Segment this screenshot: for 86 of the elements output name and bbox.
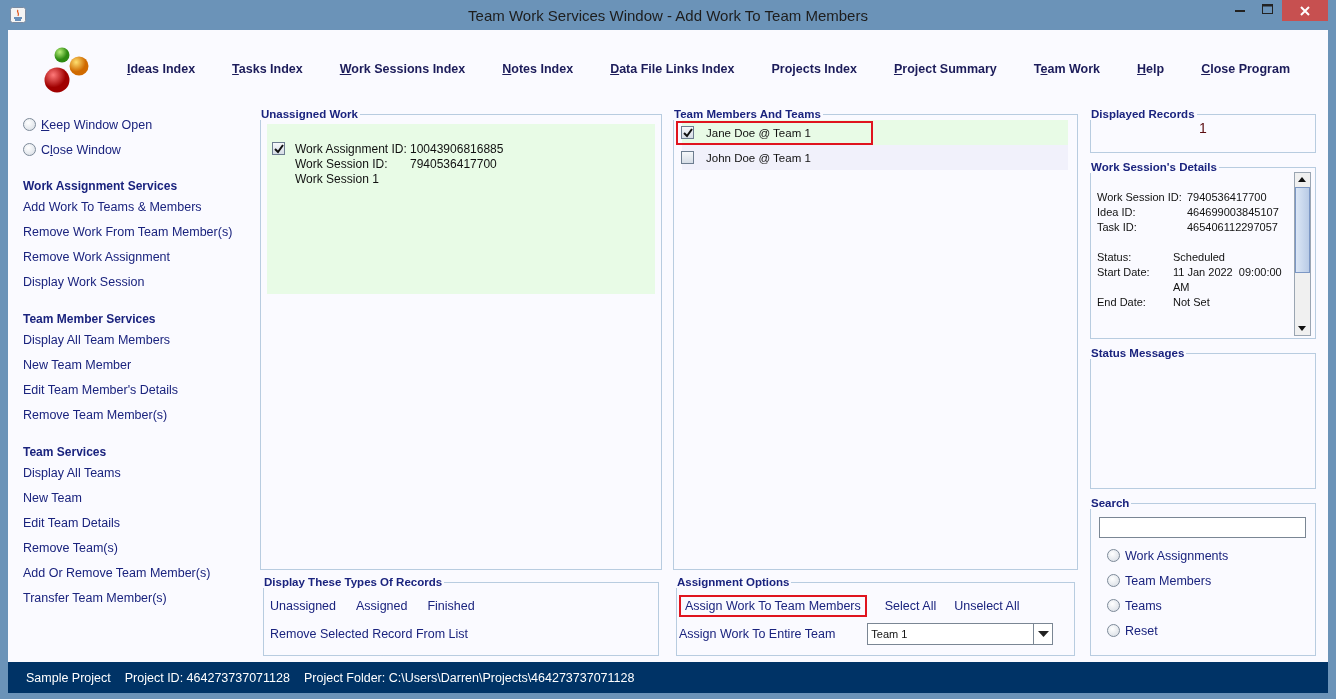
section-heading: Team Member Services — [23, 312, 156, 328]
detail-value: Scheduled — [1173, 250, 1225, 265]
field-label: Work Assignment ID: — [295, 142, 408, 156]
window-option-radio[interactable]: Close Window — [23, 137, 121, 162]
search-field[interactable] — [1099, 517, 1306, 538]
sidebar-link[interactable]: Edit Team Details — [23, 511, 121, 536]
sidebar-link[interactable]: Display Work Session — [23, 270, 145, 295]
menu-link[interactable]: Team Work — [1033, 62, 1101, 76]
menu-link[interactable]: Project Summary — [893, 62, 997, 76]
menu-link[interactable]: Help — [1137, 62, 1165, 76]
assign-button[interactable]: Assign Work To Team Members — [679, 595, 867, 617]
menu-link[interactable]: Notes Index — [502, 62, 574, 76]
assign-button[interactable]: Unselect All — [954, 596, 1020, 616]
scrollbar[interactable] — [1294, 172, 1311, 336]
member-row[interactable]: John Doe @ Team 1 — [682, 145, 1068, 170]
member-checkbox[interactable] — [681, 126, 694, 139]
member-item[interactable]: Jane Doe @ Team 1 — [676, 120, 873, 145]
sidebar-link[interactable]: Transfer Team Member(s) — [23, 586, 167, 611]
team-dropdown[interactable]: Team 1 — [867, 623, 1054, 645]
field-label: Work Session ID: — [295, 157, 389, 171]
status-text: Project ID: 464273737071128 — [124, 670, 290, 685]
assign-button[interactable]: Select All — [884, 596, 937, 616]
close-button[interactable] — [1282, 0, 1328, 21]
record-name: Work Session 1 — [295, 172, 380, 186]
sidebar-link[interactable]: New Team Member — [23, 353, 132, 378]
panel-title: Assignment Options — [676, 576, 791, 588]
detail-value: 11 Jan 2022 09:00:00 AM — [1173, 265, 1283, 295]
panel-title: Search — [1090, 497, 1131, 509]
filter-button[interactable]: Assigned — [356, 596, 408, 616]
menu-link[interactable]: Data File Links Index — [610, 62, 735, 76]
detail-label: Start Date: — [1097, 265, 1151, 280]
member-label: Jane Doe @ Team 1 — [706, 126, 811, 139]
search-option-radio[interactable]: Team Members — [1107, 568, 1212, 593]
field-value: 7940536417700 — [410, 157, 497, 171]
detail-label: Work Session ID: — [1097, 190, 1183, 205]
status-text: Sample Project — [26, 670, 111, 685]
close-icon — [1299, 4, 1311, 17]
sidebar-link[interactable]: Remove Team(s) — [23, 536, 118, 561]
panel-title: Displayed Records — [1090, 108, 1196, 120]
menu-link[interactable]: Projects Index — [771, 62, 857, 76]
app-icon — [10, 7, 26, 23]
remove-button[interactable]: Remove Selected Record From List — [270, 624, 468, 644]
panel-title: Unassigned Work — [260, 108, 359, 120]
sidebar-link[interactable]: Display All Team Members — [23, 328, 171, 353]
record-checkbox[interactable] — [272, 142, 285, 155]
sidebar-link[interactable]: New Team — [23, 486, 82, 511]
panel-title: Display These Types Of Records — [263, 576, 444, 588]
sidebar-link[interactable]: Add Or Remove Team Member(s) — [23, 561, 211, 586]
detail-value: 464699003845107 — [1187, 205, 1279, 220]
section-heading: Work Assignment Services — [23, 179, 178, 195]
sidebar-link[interactable]: Remove Work Assignment — [23, 245, 171, 270]
sidebar-link[interactable]: Add Work To Teams & Members — [23, 195, 202, 220]
detail-value: 7940536417700 — [1187, 190, 1267, 205]
section-heading: Team Services — [23, 445, 107, 461]
caret-icon — [1037, 631, 1049, 637]
detail-label: Task ID: — [1097, 220, 1138, 235]
detail-label: Idea ID: — [1097, 205, 1137, 220]
search-option-radio[interactable]: Reset — [1107, 618, 1158, 643]
sidebar-link[interactable]: Remove Team Member(s) — [23, 403, 168, 428]
sidebar-link[interactable]: Remove Work From Team Member(s) — [23, 220, 233, 245]
window-title: Team Work Services Window - Add Work To Team Members — [468, 7, 868, 24]
search-option-radio[interactable]: Teams — [1107, 593, 1162, 618]
menu-link[interactable]: Work Sessions Index — [339, 62, 466, 76]
filter-button[interactable]: Finished — [427, 596, 475, 616]
sidebar-link[interactable]: Edit Team Member's Details — [23, 378, 178, 403]
menu-link[interactable]: Close Program — [1201, 62, 1291, 76]
window-option-radio[interactable]: Keep Window Open — [23, 112, 153, 137]
sidebar-link[interactable]: Display All Teams — [23, 461, 121, 486]
member-label: John Doe @ Team 1 — [706, 151, 811, 164]
detail-value: 465406112297057 — [1187, 220, 1278, 235]
field-value: 10043906816885 — [410, 142, 504, 156]
search-option-radio[interactable]: Work Assignments — [1107, 543, 1229, 568]
panel-title: Team Members And Teams — [673, 108, 822, 120]
panel-title: Work Session's Details — [1090, 161, 1218, 173]
status-text: Project Folder: C:\Users\Darren\Projects\464273737071128 — [303, 670, 635, 685]
member-checkbox[interactable] — [681, 151, 694, 164]
detail-label: Status: — [1097, 250, 1133, 265]
scroll-thumb[interactable] — [1295, 187, 1310, 273]
filter-button[interactable]: Unassigned — [270, 596, 336, 616]
record-count: 1 — [1198, 120, 1208, 136]
assign-team-button[interactable]: Assign Work To Entire Team — [679, 624, 836, 644]
detail-label: End Date: — [1097, 295, 1147, 310]
detail-value: Not Set — [1173, 295, 1210, 310]
menu-link[interactable]: Ideas Index — [127, 62, 196, 76]
menu-link[interactable]: Tasks Index — [232, 62, 303, 76]
panel-title: Status Messages — [1090, 347, 1186, 359]
